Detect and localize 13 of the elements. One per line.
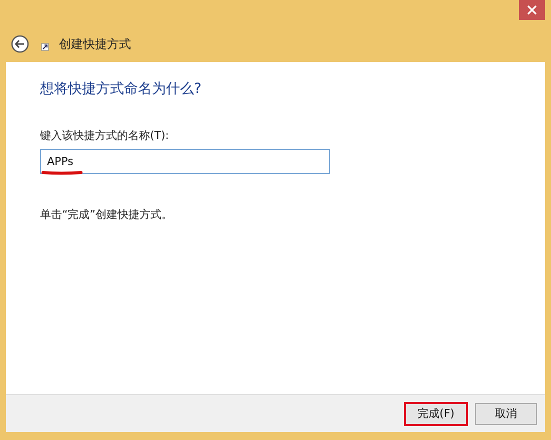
annotation-underline	[41, 170, 83, 175]
back-button[interactable]	[11, 35, 29, 53]
close-icon	[527, 5, 537, 15]
finish-button[interactable]: 完成(F)	[405, 402, 467, 424]
page-heading: 想将快捷方式命名为什么?	[40, 80, 202, 98]
field-label: 键入该快捷方式的名称(T):	[40, 128, 170, 143]
window-title: 创建快捷方式	[59, 36, 131, 52]
name-field[interactable]: APPs	[40, 149, 330, 174]
close-button[interactable]	[519, 0, 545, 20]
cancel-button[interactable]: 取消	[475, 402, 537, 424]
shortcut-icon	[41, 43, 49, 51]
back-icon	[11, 35, 29, 53]
instruction-text: 单击“完成”创建快捷方式。	[40, 207, 174, 222]
